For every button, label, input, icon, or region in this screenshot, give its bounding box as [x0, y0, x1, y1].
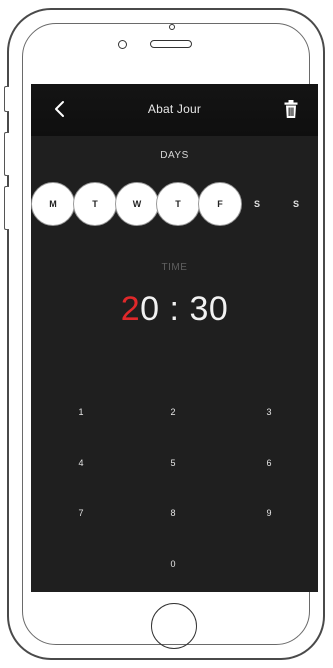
keypad-key-4[interactable]: 4: [61, 448, 101, 478]
front-camera: [169, 24, 175, 30]
time-separator: :: [169, 290, 180, 328]
delete-button[interactable]: [283, 99, 299, 119]
keypad-key-8[interactable]: 8: [153, 498, 193, 528]
day-toggle-monday[interactable]: M: [31, 182, 75, 226]
keypad-key-2[interactable]: 2: [153, 397, 193, 427]
volume-down-button: [4, 186, 9, 230]
app-screen: Abat Jour DAYS M T W T F S S TIME 20 : 3…: [31, 84, 318, 592]
day-selector: M T W T F S S: [31, 182, 318, 226]
day-toggle-wednesday[interactable]: W: [115, 182, 159, 226]
day-toggle-saturday[interactable]: S: [235, 182, 279, 226]
days-label: DAYS: [160, 150, 189, 161]
keypad-key-7[interactable]: 7: [61, 498, 101, 528]
keypad-key-1[interactable]: 1: [61, 397, 101, 427]
nav-header: Abat Jour: [31, 84, 318, 136]
trash-icon: [284, 100, 298, 118]
volume-up-button: [4, 132, 9, 176]
time-minutes: 30: [189, 290, 229, 328]
keypad-key-3[interactable]: 3: [249, 397, 289, 427]
day-toggle-tuesday[interactable]: T: [73, 182, 117, 226]
proximity-sensor: [118, 40, 127, 49]
day-toggle-thursday[interactable]: T: [156, 182, 200, 226]
keypad-key-5[interactable]: 5: [153, 448, 193, 478]
keypad-key-9[interactable]: 9: [249, 498, 289, 528]
time-display[interactable]: 20 : 30: [31, 290, 318, 329]
time-label: TIME: [161, 262, 188, 273]
earpiece-speaker: [150, 40, 192, 48]
time-hour-second-digit: 0: [140, 290, 160, 328]
time-hour-first-digit: 2: [120, 290, 141, 328]
home-button[interactable]: [151, 603, 197, 649]
keypad-key-6[interactable]: 6: [249, 448, 289, 478]
keypad-key-0[interactable]: 0: [153, 549, 193, 579]
page-title: Abat Jour: [147, 102, 202, 116]
mute-switch: [4, 86, 9, 112]
day-toggle-sunday[interactable]: S: [274, 182, 318, 226]
